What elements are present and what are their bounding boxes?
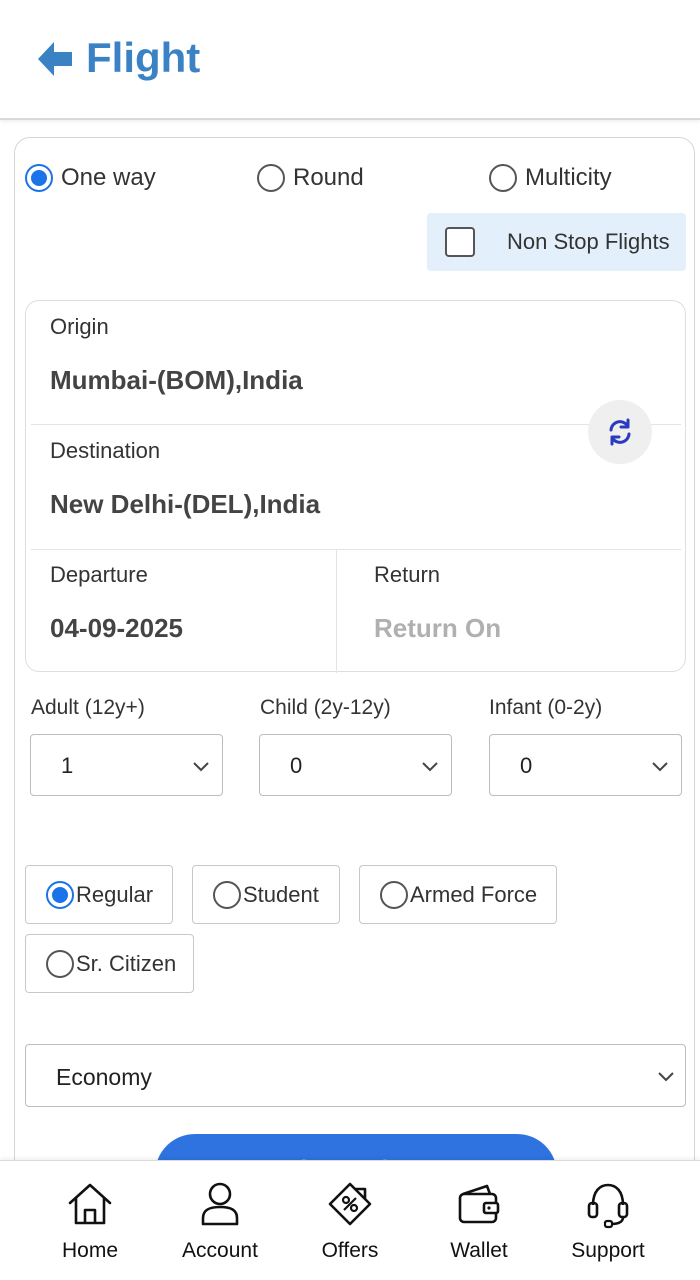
account-icon [201,1182,239,1226]
nav-label: Offers [321,1239,379,1262]
child-label: Child (2y-12y) [260,696,391,719]
fare-type-label: Armed Force [410,881,538,907]
destination-label: Destination [50,438,161,463]
trip-type-one-way[interactable]: One way [25,164,156,192]
departure-label: Departure [50,562,148,587]
nav-label: Support [571,1239,645,1262]
nav-label: Wallet [450,1239,508,1262]
home-icon [68,1183,112,1225]
origin-label: Origin [50,314,109,339]
fare-type-regular[interactable]: Regular [25,865,173,924]
nav-offers[interactable]: Offers [285,1161,415,1280]
return-label: Return [374,562,441,587]
radio-icon [489,164,517,192]
origin-field[interactable]: Mumbai-(BOM),India [50,365,303,396]
radio-icon [213,880,241,909]
back-arrow-icon[interactable] [34,38,76,80]
non-stop-label: Non Stop Flights [507,229,670,254]
app-header: Flight [0,0,700,120]
bottom-nav: Home Account Offers Wallet Support [0,1160,700,1280]
chevron-down-icon [193,762,209,772]
fare-type-armed-force[interactable]: Armed Force [359,865,557,924]
chevron-down-icon [658,1072,674,1082]
divider [31,424,681,425]
checkbox-icon[interactable] [445,227,475,257]
fare-type-label: Sr. Citizen [76,950,177,976]
divider [31,549,681,550]
wallet-icon [458,1184,500,1224]
nav-support[interactable]: Support [543,1161,673,1280]
support-icon [587,1183,629,1229]
swap-route-button[interactable] [588,400,652,464]
trip-type-label: Multicity [525,164,612,191]
flight-search-form: One way Round Multicity Non Stop Flights… [14,137,695,1197]
nav-label: Account [182,1239,258,1262]
cabin-class-value: Economy [56,1064,152,1090]
departure-date-field[interactable]: 04-09-2025 [50,613,183,644]
page-title: Flight [86,34,201,81]
radio-icon [46,880,74,909]
radio-icon [46,949,74,978]
fare-type-student[interactable]: Student [192,865,340,924]
fare-type-label: Student [243,881,319,907]
adult-value: 1 [61,753,74,778]
infant-label: Infant (0-2y) [489,696,603,719]
nav-wallet[interactable]: Wallet [414,1161,544,1280]
nav-account[interactable]: Account [155,1161,285,1280]
divider [336,549,337,673]
trip-type-label: One way [61,164,156,191]
fare-type-label: Regular [76,881,154,907]
destination-field[interactable]: New Delhi-(DEL),India [50,489,320,520]
nav-label: Home [61,1239,119,1262]
return-date-field[interactable]: Return On [374,613,501,644]
infant-select[interactable]: 0 [489,734,682,796]
child-select[interactable]: 0 [259,734,452,796]
nav-home[interactable]: Home [25,1161,155,1280]
fare-type-sr-citizen[interactable]: Sr. Citizen [25,934,194,993]
trip-type-round[interactable]: Round [257,164,364,192]
radio-icon [25,164,53,192]
adult-label: Adult (12y+) [31,696,145,719]
cabin-class-select[interactable]: Economy [25,1044,686,1107]
radio-icon [380,880,408,909]
route-box: Origin Mumbai-(BOM),India Destination Ne… [25,300,686,673]
offers-icon [328,1182,372,1226]
swap-icon [609,418,631,446]
non-stop-toggle[interactable]: Non Stop Flights [427,213,686,271]
trip-type-multicity[interactable]: Multicity [489,164,612,192]
child-value: 0 [290,753,303,778]
chevron-down-icon [422,762,438,772]
adult-select[interactable]: 1 [30,734,223,796]
trip-type-label: Round [293,164,364,191]
infant-value: 0 [520,753,533,778]
radio-icon [257,164,285,192]
chevron-down-icon [652,762,668,772]
